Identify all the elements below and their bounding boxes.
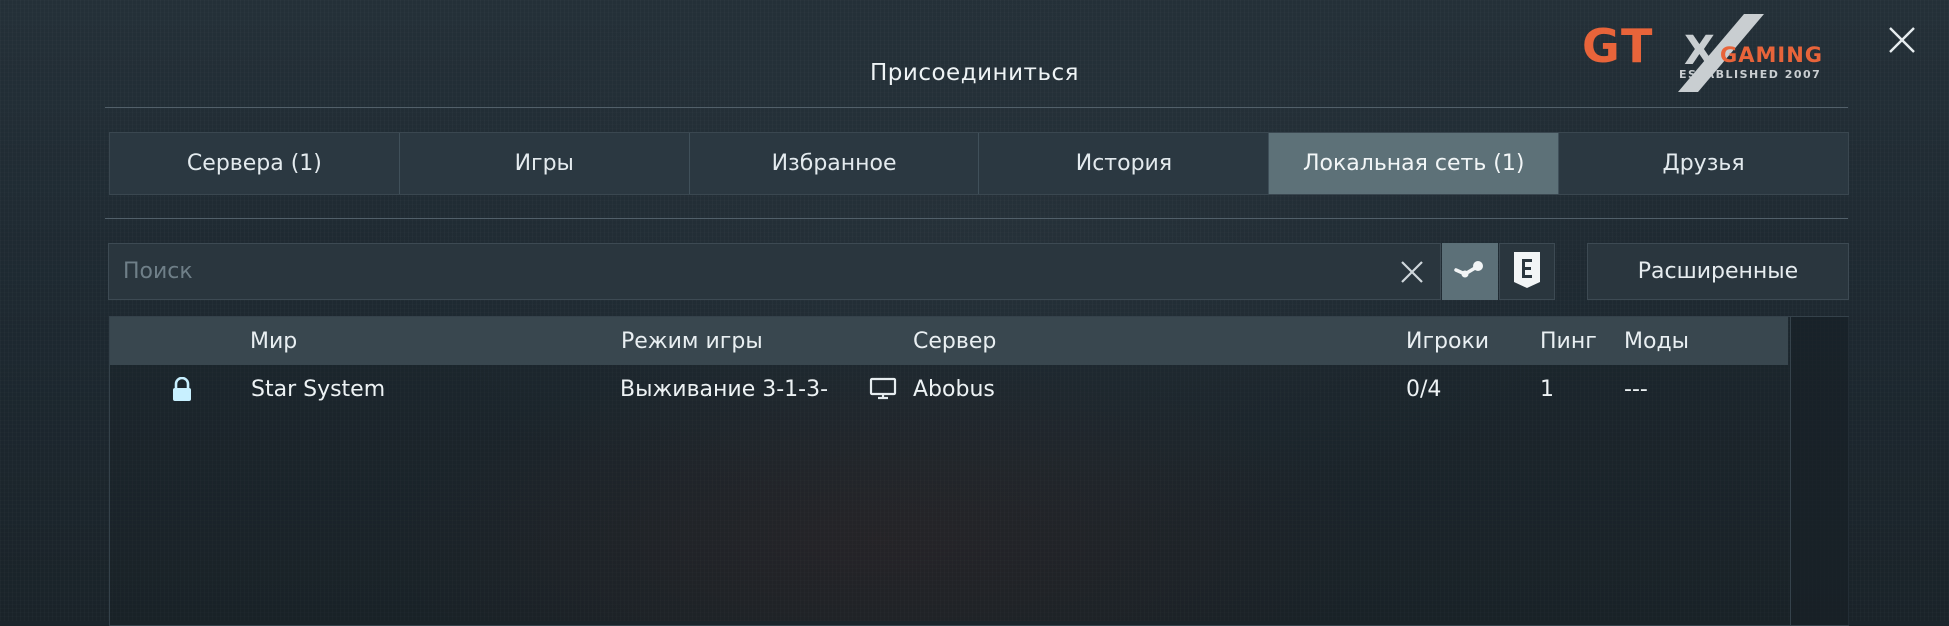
divider <box>105 107 1848 108</box>
tab-favorites[interactable]: Избранное <box>689 133 980 194</box>
mods-value: --- <box>1624 377 1648 402</box>
close-icon[interactable] <box>1884 22 1920 58</box>
lock-icon <box>170 377 194 403</box>
tab-games[interactable]: Игры <box>399 133 690 194</box>
epic-games-icon <box>1512 250 1542 294</box>
players-count: 0/4 <box>1406 377 1442 402</box>
server-name: Abobus <box>913 377 995 402</box>
epic-filter-button[interactable] <box>1499 243 1555 300</box>
world-name: Star System <box>251 377 386 402</box>
tab-lan[interactable]: Локальная сеть (1) <box>1269 133 1560 194</box>
search-input[interactable] <box>109 243 1384 300</box>
divider <box>105 218 1848 219</box>
steam-icon <box>1453 259 1487 285</box>
column-world[interactable]: Мир <box>250 329 297 354</box>
column-server[interactable]: Сервер <box>913 329 996 354</box>
scrollbar[interactable] <box>1790 317 1849 625</box>
search-box <box>108 243 1441 300</box>
column-mods[interactable]: Моды <box>1624 329 1689 354</box>
tab-bar: Сервера (1) Игры Избранное История Локал… <box>109 132 1849 195</box>
clear-search-icon[interactable] <box>1384 244 1440 300</box>
ping-value: 1 <box>1540 377 1554 402</box>
steam-filter-button[interactable] <box>1442 243 1498 300</box>
column-mode[interactable]: Режим игры <box>621 329 763 354</box>
column-ping[interactable]: Пинг <box>1540 329 1597 354</box>
column-players[interactable]: Игроки <box>1406 329 1489 354</box>
table-row[interactable]: Star System Выживание 3-1-3- Abobus 0/4 … <box>110 365 1788 415</box>
dialog-title: Присоединиться <box>870 60 1079 86</box>
tab-history[interactable]: История <box>979 133 1270 194</box>
table-header: Мир Режим игры Сервер Игроки Пинг Моды <box>110 317 1788 365</box>
tab-servers[interactable]: Сервера (1) <box>110 133 400 194</box>
server-table: Мир Режим игры Сервер Игроки Пинг Моды S… <box>109 316 1849 626</box>
tab-friends[interactable]: Друзья <box>1559 133 1848 194</box>
monitor-icon <box>868 376 898 402</box>
advanced-button[interactable]: Расширенные <box>1587 243 1849 300</box>
game-mode: Выживание 3-1-3- <box>620 377 829 402</box>
